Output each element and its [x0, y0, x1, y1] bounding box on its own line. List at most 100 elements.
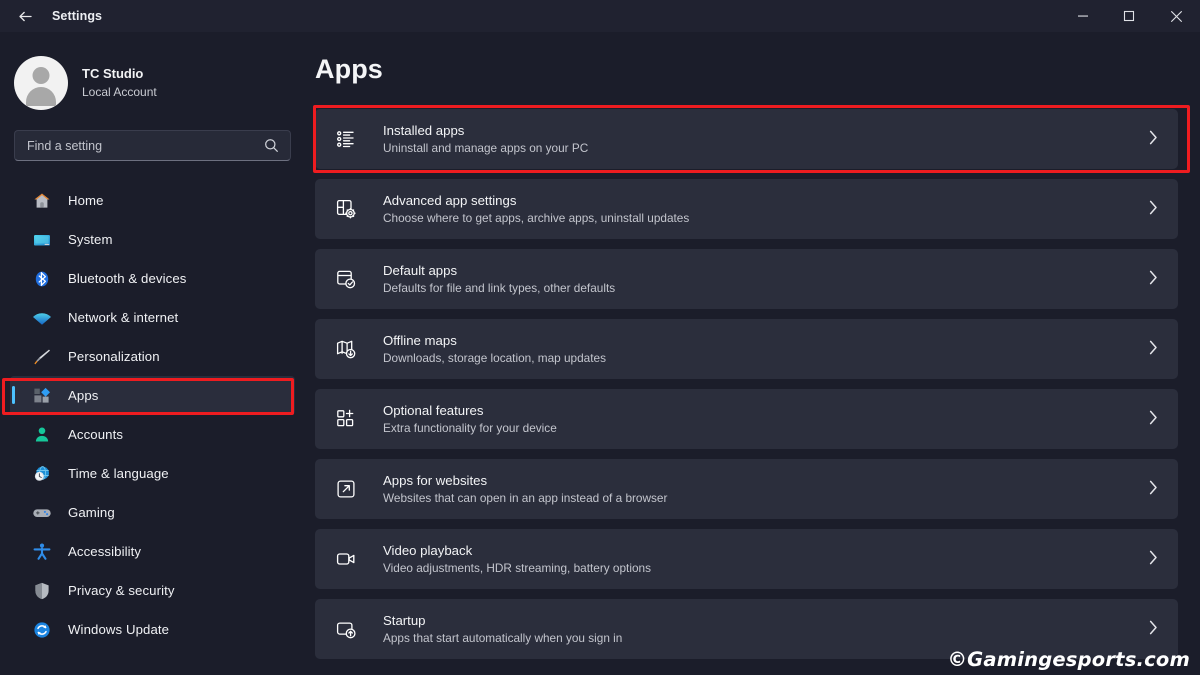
user-avatar-icon	[14, 56, 68, 110]
card-title: Optional features	[383, 402, 484, 418]
card-subtitle: Extra functionality for your device	[383, 420, 557, 435]
card-title: Default apps	[383, 262, 458, 278]
paintbrush-icon	[32, 347, 54, 367]
apps-icon	[32, 386, 54, 406]
card-offline-maps[interactable]: Offline maps Downloads, storage location…	[315, 319, 1178, 379]
back-arrow-icon[interactable]	[10, 1, 40, 31]
chevron-right-icon	[1149, 550, 1158, 568]
card-subtitle: Video adjustments, HDR streaming, batter…	[383, 560, 651, 575]
card-title: Advanced app settings	[383, 192, 517, 208]
sidebar-item-label: Gaming	[68, 505, 115, 520]
card-title: Offline maps	[383, 332, 457, 348]
sidebar-item-bluetooth-devices[interactable]: Bluetooth & devices	[10, 259, 295, 298]
bluetooth-icon	[32, 269, 54, 289]
chevron-right-icon	[1149, 340, 1158, 358]
selection-indicator	[12, 386, 15, 404]
chevron-right-icon	[1149, 200, 1158, 218]
main-content: Apps Installed apps Uninstall and manage…	[305, 32, 1200, 675]
window-title: Settings	[52, 9, 103, 23]
sidebar-item-apps[interactable]: Apps	[10, 376, 295, 415]
sidebar-item-label: Time & language	[68, 466, 169, 481]
page-title: Apps	[315, 54, 383, 84]
sidebar-item-label: Network & internet	[68, 310, 179, 325]
card-text: Startup Apps that start automatically wh…	[383, 611, 1149, 648]
clock-globe-icon	[32, 464, 54, 484]
card-title: Video playback	[383, 542, 473, 558]
sidebar-item-windows-update[interactable]: Windows Update	[10, 610, 295, 649]
sidebar-item-system[interactable]: System	[10, 220, 295, 259]
title-bar: Settings	[0, 0, 1200, 32]
chevron-right-icon	[1149, 620, 1158, 638]
sidebar-item-label: Personalization	[68, 349, 160, 364]
user-profile[interactable]: TC Studio Local Account	[0, 44, 305, 110]
profile-text: TC Studio Local Account	[82, 65, 157, 101]
chevron-right-icon	[1149, 480, 1158, 498]
update-refresh-icon	[32, 620, 54, 640]
settings-card-list: Installed apps Uninstall and manage apps…	[305, 85, 1200, 659]
sidebar-item-label: Accessibility	[68, 544, 142, 559]
profile-account-type: Local Account	[82, 84, 157, 99]
sidebar-item-label: Apps	[68, 388, 99, 403]
card-text: Offline maps Downloads, storage location…	[383, 331, 1149, 368]
bullet-list-icon	[333, 126, 359, 152]
card-subtitle: Websites that can open in an app instead…	[383, 490, 668, 505]
card-text: Installed apps Uninstall and manage apps…	[383, 121, 1149, 158]
sidebar-nav: Home System Bluetooth & devices Network …	[0, 181, 305, 649]
card-subtitle: Choose where to get apps, archive apps, …	[383, 210, 690, 225]
maximize-button[interactable]	[1106, 0, 1152, 32]
sidebar-item-gaming[interactable]: Gaming	[10, 493, 295, 532]
sidebar-item-accounts[interactable]: Accounts	[10, 415, 295, 454]
sidebar-item-label: Privacy & security	[68, 583, 175, 598]
card-title: Apps for websites	[383, 472, 488, 488]
sidebar-item-label: Accounts	[68, 427, 124, 442]
search-input[interactable]	[14, 130, 291, 161]
map-download-icon	[333, 336, 359, 362]
card-text: Video playback Video adjustments, HDR st…	[383, 541, 1149, 578]
wifi-icon	[32, 308, 54, 328]
card-advanced-app-settings[interactable]: Advanced app settings Choose where to ge…	[315, 179, 1178, 239]
close-button[interactable]	[1152, 0, 1200, 32]
sidebar-item-label: Windows Update	[68, 622, 170, 637]
external-link-icon	[333, 476, 359, 502]
card-text: Advanced app settings Choose where to ge…	[383, 191, 1149, 228]
card-text: Apps for websites Websites that can open…	[383, 471, 1149, 508]
card-title: Installed apps	[383, 122, 465, 138]
card-subtitle: Apps that start automatically when you s…	[383, 630, 623, 645]
sidebar-item-label: System	[68, 232, 113, 247]
card-title: Startup	[383, 612, 426, 628]
card-optional-features[interactable]: Optional features Extra functionality fo…	[315, 389, 1178, 449]
account-person-icon	[32, 425, 54, 445]
sidebar-item-time-language[interactable]: Time & language	[10, 454, 295, 493]
card-subtitle: Defaults for file and link types, other …	[383, 280, 616, 295]
shield-icon	[32, 581, 54, 601]
card-apps-for-websites[interactable]: Apps for websites Websites that can open…	[315, 459, 1178, 519]
sidebar-item-label: Bluetooth & devices	[68, 271, 187, 286]
card-text: Default apps Defaults for file and link …	[383, 261, 1149, 298]
sidebar-item-personalization[interactable]: Personalization	[10, 337, 295, 376]
sidebar-item-home[interactable]: Home	[10, 181, 295, 220]
accessibility-icon	[32, 542, 54, 562]
grid-plus-icon	[333, 406, 359, 432]
sidebar-item-accessibility[interactable]: Accessibility	[10, 532, 295, 571]
card-subtitle: Downloads, storage location, map updates	[383, 350, 606, 365]
card-default-apps[interactable]: Default apps Defaults for file and link …	[315, 249, 1178, 309]
sidebar-item-network-internet[interactable]: Network & internet	[10, 298, 295, 337]
watermark: ©Gamingesports.com	[947, 648, 1190, 671]
settings-window: Settings TC Studio Local Account Find a …	[0, 0, 1200, 675]
video-camera-icon	[333, 546, 359, 572]
chevron-right-icon	[1149, 270, 1158, 288]
system-monitor-icon	[32, 230, 54, 250]
app-check-icon	[333, 266, 359, 292]
sidebar: TC Studio Local Account Find a setting H…	[0, 32, 305, 675]
card-text: Optional features Extra functionality fo…	[383, 401, 1149, 438]
profile-name: TC Studio	[82, 66, 144, 82]
card-video-playback[interactable]: Video playback Video adjustments, HDR st…	[315, 529, 1178, 589]
chevron-right-icon	[1149, 130, 1158, 148]
app-gear-icon	[333, 196, 359, 222]
card-installed-apps[interactable]: Installed apps Uninstall and manage apps…	[315, 109, 1178, 169]
minimize-button[interactable]	[1060, 0, 1106, 32]
sidebar-item-privacy-security[interactable]: Privacy & security	[10, 571, 295, 610]
sidebar-item-label: Home	[68, 193, 104, 208]
startup-arrow-icon	[333, 616, 359, 642]
card-subtitle: Uninstall and manage apps on your PC	[383, 140, 589, 155]
